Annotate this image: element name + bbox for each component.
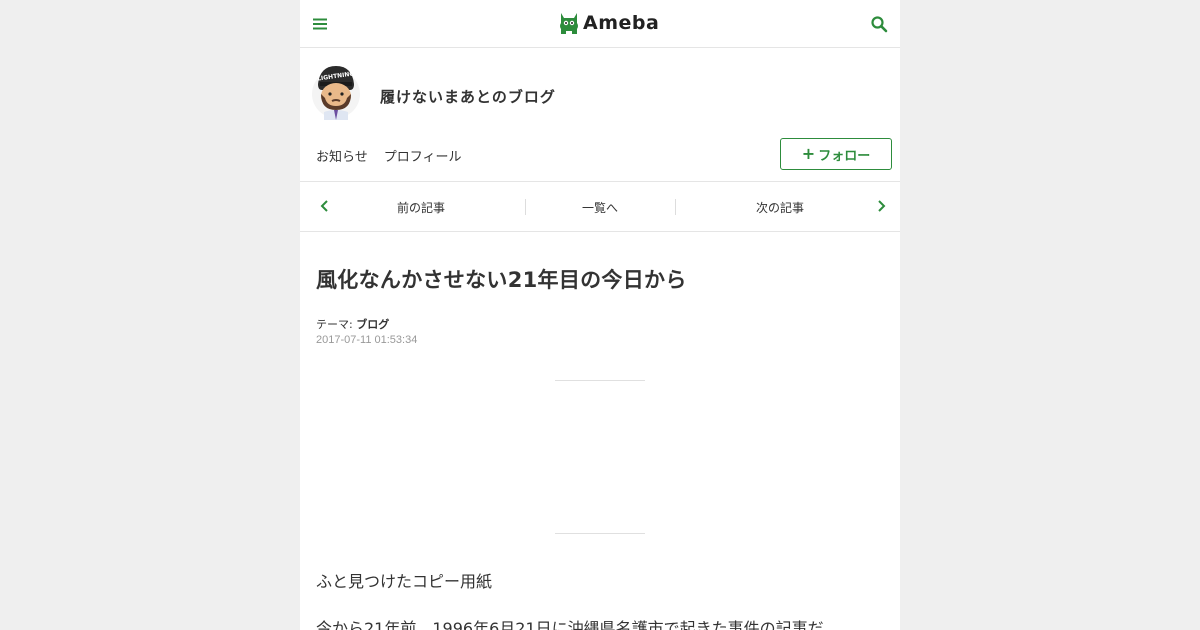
menu-icon[interactable] [312, 16, 328, 32]
theme-line: テーマ: ブログ [316, 316, 389, 332]
article-nav: 前の記事 一覧へ 次の記事 [300, 182, 900, 232]
nav-divider [525, 199, 526, 215]
page: Ameba LIGHTNING 履けないまあとのブログ お知らせ プロフィール [300, 0, 900, 630]
theme-label: テーマ: [316, 318, 353, 331]
blog-header: LIGHTNING 履けないまあとのブログ お知らせ プロフィール + フォロー [300, 48, 900, 182]
follow-label: フォロー [818, 148, 871, 164]
top-bar: Ameba [300, 0, 900, 48]
ad-divider-bottom [555, 533, 645, 534]
next-article-link[interactable]: 次の記事 [756, 199, 804, 216]
nav-divider [675, 199, 676, 215]
article-title: 風化なんかさせない21年目の今日から [316, 268, 687, 292]
blog-link-profile[interactable]: プロフィール [384, 146, 462, 165]
prev-article-link[interactable]: 前の記事 [397, 199, 445, 216]
blog-link-news[interactable]: お知らせ [316, 146, 368, 165]
blog-title[interactable]: 履けないまあとのブログ [380, 86, 556, 107]
chevron-left-icon[interactable] [318, 199, 332, 213]
blog-links: お知らせ プロフィール [316, 146, 462, 165]
ad-divider-top [555, 380, 645, 381]
avatar[interactable]: LIGHTNING [312, 64, 360, 120]
theme-link[interactable]: ブログ [356, 318, 389, 331]
article-paragraph: 今から21年前、1996年6月21日に沖縄県名護市で起きた事件の記事だ [316, 619, 824, 630]
search-icon[interactable] [870, 15, 888, 33]
chevron-right-icon[interactable] [874, 199, 888, 213]
follow-button[interactable]: + フォロー [780, 138, 892, 170]
ameba-mascot-icon [560, 13, 578, 34]
article-list-link[interactable]: 一覧へ [582, 199, 618, 216]
plus-icon: + [801, 144, 816, 163]
article-timestamp: 2017-07-11 01:53:34 [316, 334, 418, 346]
logo-text: Ameba [583, 12, 660, 34]
ameba-logo[interactable]: Ameba [558, 8, 659, 38]
article-paragraph: ふと見つけたコピー用紙 [316, 572, 493, 591]
